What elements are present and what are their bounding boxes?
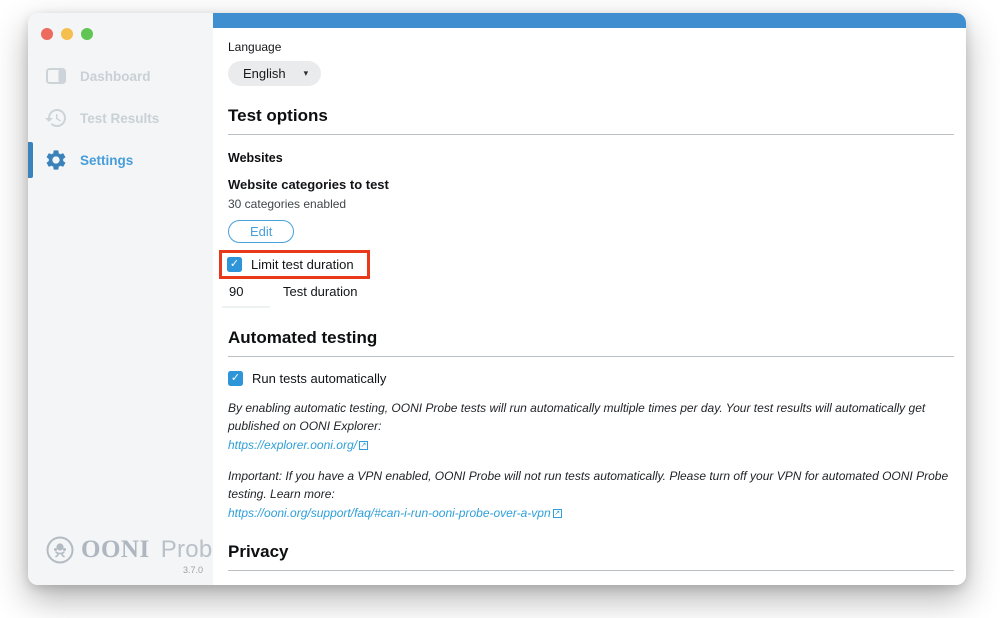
- check-icon: ✓: [231, 373, 240, 384]
- gear-icon: [44, 148, 68, 172]
- top-accent-bar: [213, 13, 966, 28]
- websites-group-heading: Websites: [228, 151, 954, 165]
- edit-categories-button[interactable]: Edit: [228, 220, 294, 243]
- section-title-test-options: Test options: [228, 106, 954, 126]
- vpn-note: Important: If you have a VPN enabled, OO…: [228, 467, 954, 503]
- section-title-privacy: Privacy: [228, 542, 954, 562]
- run-tests-row[interactable]: ✓ Run tests automatically: [228, 371, 954, 386]
- faq-link[interactable]: https://ooni.org/support/faq/#can-i-run-…: [228, 506, 551, 520]
- app-version-small: 3.7.0: [46, 565, 205, 575]
- limit-duration-row[interactable]: ✓ Limit test duration: [227, 257, 354, 272]
- language-label: Language: [228, 40, 954, 54]
- ooni-logo: OONI Probe: [46, 536, 205, 564]
- ooni-octopus-icon: [46, 536, 74, 564]
- screen: Dashboard Test Results Settings: [0, 0, 1000, 618]
- limit-duration-label: Limit test duration: [251, 257, 354, 272]
- close-window-button[interactable]: [41, 28, 53, 40]
- divider: [228, 356, 954, 357]
- check-icon: ✓: [230, 259, 239, 270]
- sidebar-item-label: Test Results: [80, 111, 159, 126]
- app-window: Dashboard Test Results Settings: [28, 13, 966, 585]
- run-tests-checkbox[interactable]: ✓: [228, 371, 243, 386]
- zoom-window-button[interactable]: [81, 28, 93, 40]
- sidebar-item-dashboard[interactable]: Dashboard: [28, 55, 213, 97]
- minimize-window-button[interactable]: [61, 28, 73, 40]
- limit-duration-checkbox[interactable]: ✓: [227, 257, 242, 272]
- test-duration-input[interactable]: 90: [222, 284, 270, 308]
- chevron-down-icon: ▾: [304, 68, 309, 79]
- sidebar: Dashboard Test Results Settings: [28, 13, 213, 585]
- sidebar-item-settings[interactable]: Settings: [28, 139, 213, 181]
- language-select[interactable]: English ▾: [228, 61, 321, 86]
- divider: [228, 570, 954, 571]
- dashboard-icon: [44, 64, 68, 88]
- window-controls: [28, 13, 213, 40]
- active-indicator: [28, 142, 33, 178]
- external-link-icon: ↗: [359, 441, 368, 450]
- history-icon: [44, 106, 68, 130]
- automated-testing-description: By enabling automatic testing, OONI Prob…: [228, 399, 954, 435]
- sidebar-item-label: Settings: [80, 153, 133, 168]
- sidebar-nav: Dashboard Test Results Settings: [28, 55, 213, 181]
- categories-label: Website categories to test: [228, 177, 954, 192]
- explorer-link[interactable]: https://explorer.ooni.org/: [228, 438, 357, 452]
- highlight-box: ✓ Limit test duration: [219, 250, 370, 279]
- categories-status: 30 categories enabled: [228, 197, 954, 211]
- settings-content: Language English ▾ Test options Websites…: [213, 13, 966, 585]
- test-duration-label: Test duration: [283, 284, 357, 308]
- divider: [228, 134, 954, 135]
- section-title-automated-testing: Automated testing: [228, 328, 954, 348]
- sidebar-item-label: Dashboard: [80, 69, 151, 84]
- ooni-wordmark: OONI: [81, 536, 150, 564]
- external-link-icon: ↗: [553, 509, 562, 518]
- ooni-logo-block: OONI Probe 3.7.0: [28, 536, 213, 585]
- run-tests-label: Run tests automatically: [252, 371, 386, 386]
- test-duration-row: 90 Test duration: [228, 284, 954, 308]
- settings-scroll-area[interactable]: Language English ▾ Test options Websites…: [213, 28, 966, 585]
- language-select-value: English: [243, 66, 286, 81]
- sidebar-item-test-results[interactable]: Test Results: [28, 97, 213, 139]
